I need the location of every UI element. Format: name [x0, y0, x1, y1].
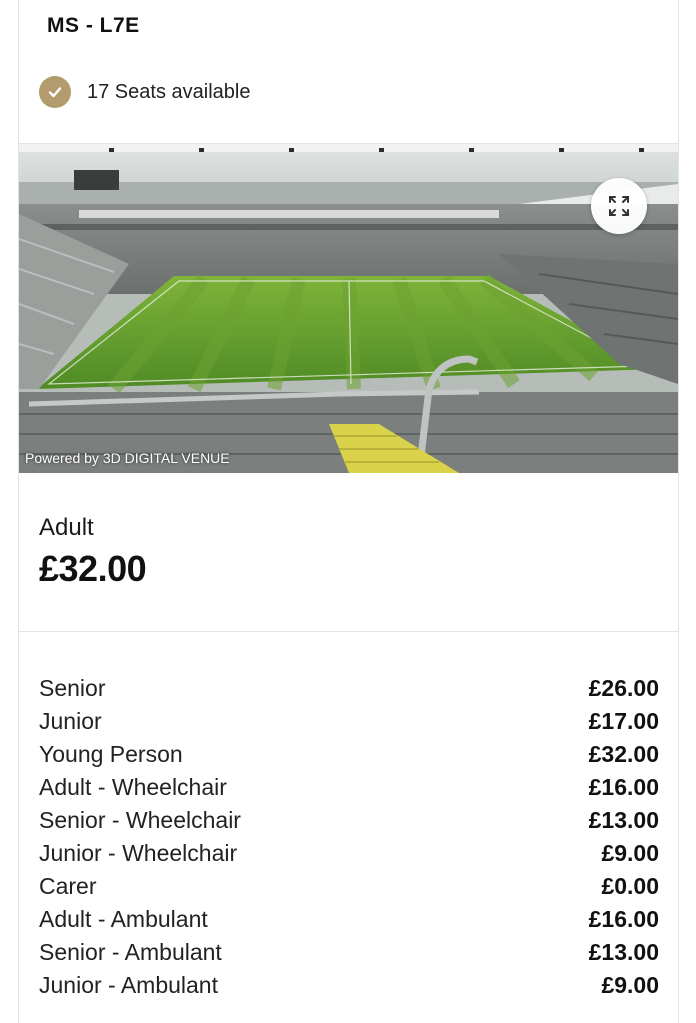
ticket-price: £13.00	[588, 939, 659, 965]
ticket-type: Carer	[39, 873, 97, 899]
price-row: Junior - Ambulant £9.00	[39, 969, 659, 1002]
venue-credit: Powered by 3D DIGITAL VENUE	[25, 450, 230, 466]
ticket-price: £32.00	[588, 741, 659, 767]
ticket-type: Young Person	[39, 741, 183, 767]
ticket-price: £9.00	[601, 972, 659, 998]
adult-price-block: Adult £32.00	[39, 514, 147, 590]
availability-text: 17 Seats available	[87, 80, 251, 103]
adult-label: Adult	[39, 514, 94, 541]
ticket-price: £0.00	[601, 873, 659, 899]
ticket-price: £13.00	[588, 807, 659, 833]
ticket-price: £26.00	[588, 675, 659, 701]
ticket-type: Adult - Ambulant	[39, 906, 208, 932]
check-icon	[39, 76, 71, 108]
expand-icon[interactable]	[591, 178, 647, 234]
ticket-type: Senior - Wheelchair	[39, 807, 241, 833]
seat-availability: 17 Seats available	[39, 76, 250, 108]
stadium-illustration	[19, 144, 678, 473]
stadium-view-image[interactable]: Powered by 3D DIGITAL VENUE	[19, 144, 678, 473]
ticket-type: Adult - Wheelchair	[39, 774, 227, 800]
adult-price: £32.00	[39, 548, 147, 589]
ticket-type: Junior	[39, 708, 102, 734]
price-row: Carer £0.00	[39, 870, 659, 903]
ticket-type: Junior - Wheelchair	[39, 840, 238, 866]
seat-detail-card: MS - L7E 17 Seats available Powered by 3…	[18, 0, 679, 1023]
seat-title: MS - L7E	[47, 14, 140, 37]
ticket-price: £16.00	[588, 774, 659, 800]
ticket-price-list: Senior £26.00 Junior £17.00 Young Person…	[39, 672, 659, 1002]
price-row: Adult - Wheelchair £16.00	[39, 771, 659, 804]
price-row: Young Person £32.00	[39, 738, 659, 771]
price-row: Senior £26.00	[39, 672, 659, 705]
ticket-price: £17.00	[588, 708, 659, 734]
ticket-price: £16.00	[588, 906, 659, 932]
price-row: Junior £17.00	[39, 705, 659, 738]
ticket-type: Senior	[39, 675, 106, 701]
ticket-type: Senior - Ambulant	[39, 939, 222, 965]
ticket-type: Junior - Ambulant	[39, 972, 218, 998]
ticket-price: £9.00	[601, 840, 659, 866]
price-row: Junior - Wheelchair £9.00	[39, 837, 659, 870]
price-row: Senior - Wheelchair £13.00	[39, 804, 659, 837]
divider	[19, 631, 678, 632]
price-row: Adult - Ambulant £16.00	[39, 903, 659, 936]
price-row: Senior - Ambulant £13.00	[39, 936, 659, 969]
